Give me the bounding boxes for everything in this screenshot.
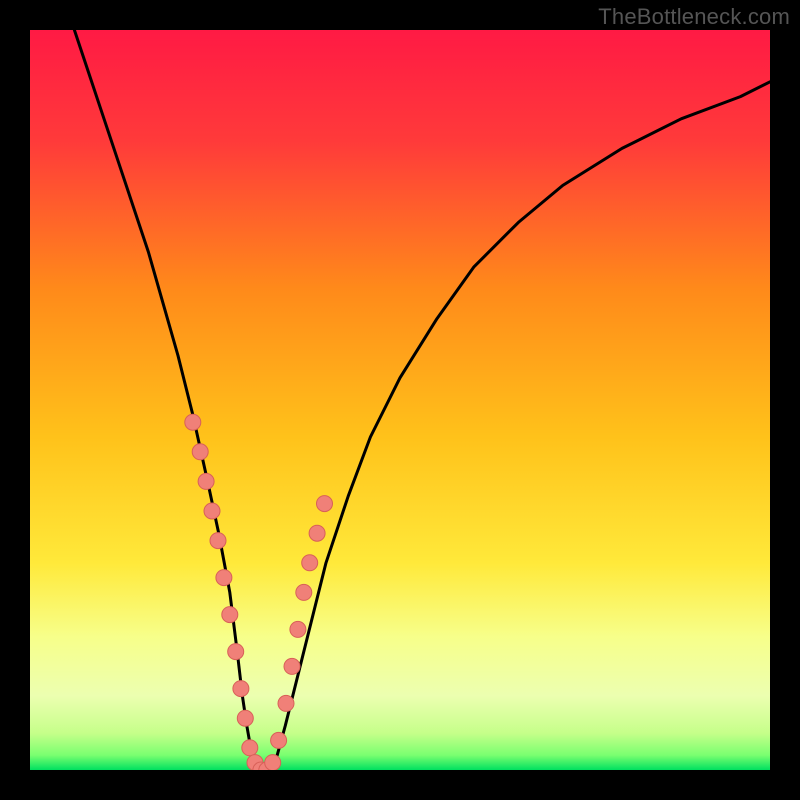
data-marker — [242, 740, 258, 756]
chart-frame: TheBottleneck.com — [0, 0, 800, 800]
watermark-text: TheBottleneck.com — [598, 4, 790, 30]
data-marker — [265, 755, 281, 770]
gradient-background — [30, 30, 770, 770]
data-marker — [185, 414, 201, 430]
plot-area — [30, 30, 770, 770]
data-marker — [290, 621, 306, 637]
data-marker — [192, 444, 208, 460]
data-marker — [198, 473, 214, 489]
data-marker — [278, 695, 294, 711]
data-marker — [210, 533, 226, 549]
data-marker — [317, 496, 333, 512]
data-marker — [222, 607, 238, 623]
data-marker — [233, 681, 249, 697]
data-marker — [237, 710, 253, 726]
data-marker — [216, 570, 232, 586]
data-marker — [284, 658, 300, 674]
data-marker — [296, 584, 312, 600]
data-marker — [302, 555, 318, 571]
data-marker — [228, 644, 244, 660]
data-marker — [271, 732, 287, 748]
data-marker — [204, 503, 220, 519]
data-marker — [309, 525, 325, 541]
plot-svg — [30, 30, 770, 770]
